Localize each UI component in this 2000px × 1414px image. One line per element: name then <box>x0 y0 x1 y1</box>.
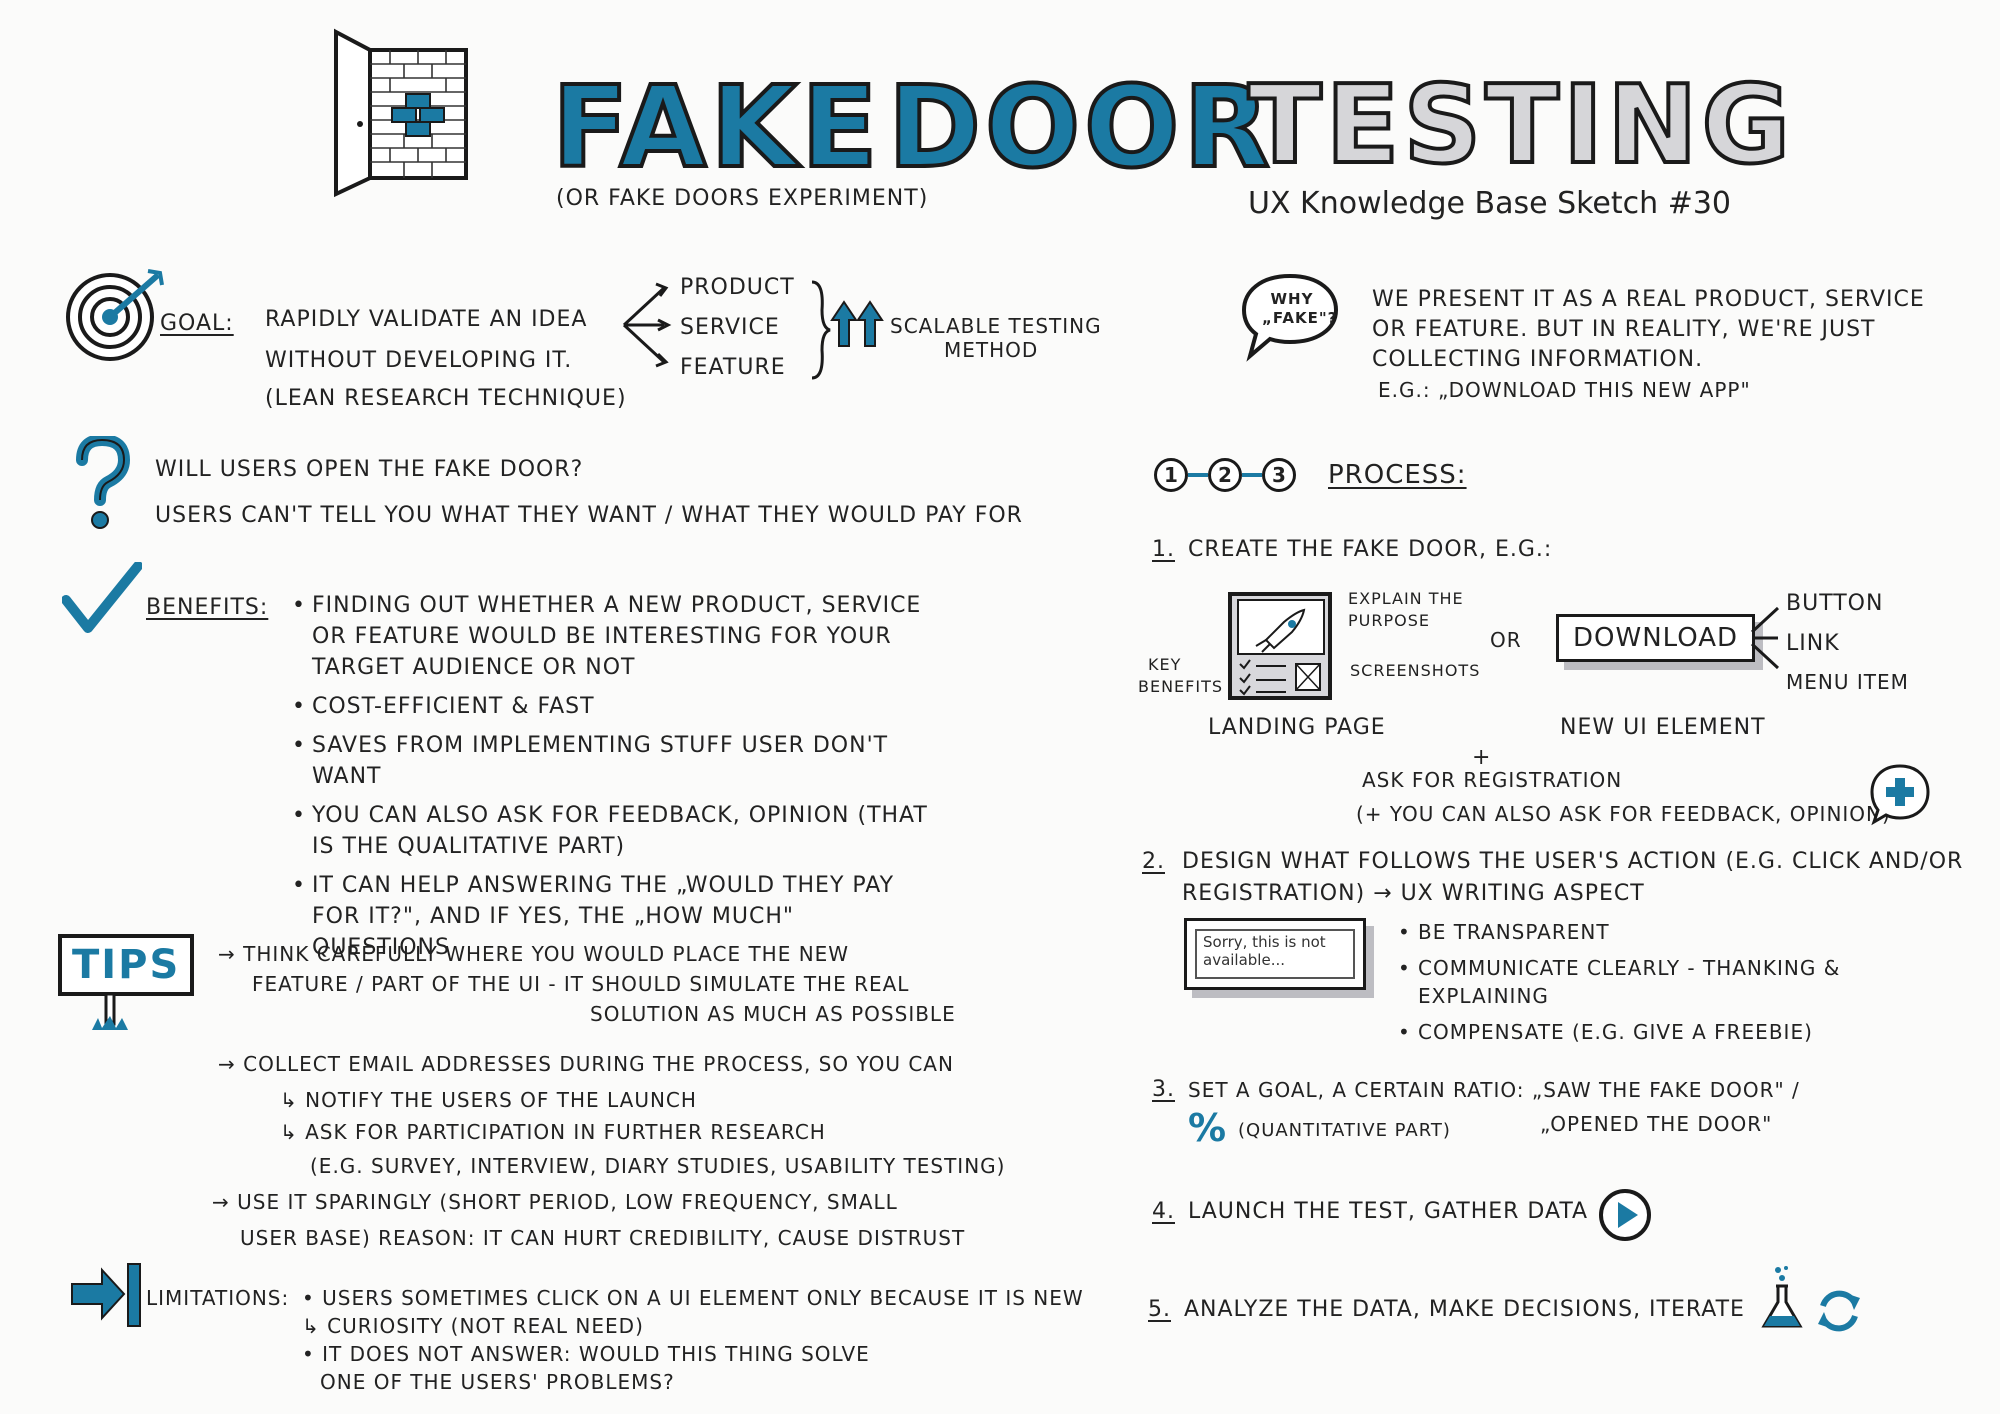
or-label: OR <box>1490 628 1522 652</box>
why-fake-line4: E.G.: „DOWNLOAD THIS NEW APP" <box>1378 378 1751 402</box>
plus-bubble-icon <box>1868 762 1932 830</box>
step-circle: 2 <box>1208 458 1242 492</box>
why-fake-line1: WE PRESENT IT AS A REAL PRODUCT, SERVICE <box>1372 287 1925 312</box>
registration-note: (+ YOU CAN ALSO ASK FOR FEEDBACK, OPINIO… <box>1356 802 1891 826</box>
process-steps-icon: 1 2 3 <box>1154 458 1296 492</box>
target-icon <box>62 265 172 369</box>
door-illustration <box>330 28 475 198</box>
benefit-item: SAVES FROM IMPLEMENTING STUFF USER DON'T… <box>290 730 930 792</box>
step2-item: BE TRANSPARENT <box>1396 918 1876 946</box>
step2-num: 2. <box>1142 849 1165 874</box>
step4-text: LAUNCH THE TEST, GATHER DATA <box>1188 1199 1589 1224</box>
flask-icon <box>1758 1264 1808 1338</box>
benefits-label: BENEFITS: <box>146 595 269 620</box>
question-mark-icon <box>72 433 132 536</box>
benefits-list: FINDING OUT WHETHER A NEW PRODUCT, SERVI… <box>290 590 930 971</box>
goal-option-service: SERVICE <box>680 315 780 340</box>
error-message-sketch: Sorry, this is not available... <box>1184 918 1366 990</box>
step1-num: 1. <box>1152 537 1175 562</box>
tip1-line1: → THINK CAREFULLY WHERE YOU WOULD PLACE … <box>218 942 850 966</box>
landing-caption: LANDING PAGE <box>1208 715 1386 740</box>
goal-line1: RAPIDLY VALIDATE AN IDEA <box>265 307 588 332</box>
tip1-line2: FEATURE / PART OF THE UI - IT SHOULD SIM… <box>252 972 910 996</box>
step1-text: CREATE THE FAKE DOOR, E.G.: <box>1188 537 1553 562</box>
step2-list: BE TRANSPARENT COMMUNICATE CLEARLY - THA… <box>1396 918 1876 1054</box>
refresh-icon <box>1814 1286 1864 1340</box>
tips-sign: TIPS <box>58 934 195 996</box>
ui-option-menu-item: MENU ITEM <box>1786 670 1909 694</box>
goal-line3: (LEAN RESEARCH TECHNIQUE) <box>265 386 627 411</box>
error-message-text: Sorry, this is not available... <box>1195 929 1355 979</box>
step3-num: 3. <box>1152 1077 1175 1102</box>
sign-post-icon <box>86 992 136 1038</box>
tip2-sub2: ↳ ASK FOR PARTICIPATION IN FURTHER RESEA… <box>280 1120 826 1144</box>
method-label: METHOD <box>944 338 1039 362</box>
landing-screenshots: SCREENSHOTS <box>1350 661 1481 680</box>
step4-num: 4. <box>1152 1199 1175 1224</box>
landing-key: KEY <box>1148 655 1182 674</box>
goal-line2: WITHOUT DEVELOPING IT. <box>265 348 573 373</box>
percent-icon: % <box>1188 1106 1228 1150</box>
title-fake: FAKE <box>550 63 882 193</box>
tip3-line1: → USE IT SPARINGLY (SHORT PERIOD, LOW FR… <box>212 1190 898 1214</box>
limitation-item1: • USERS SOMETIMES CLICK ON A UI ELEMENT … <box>302 1286 1084 1310</box>
goal-option-product: PRODUCT <box>680 275 795 300</box>
title-testing: TESTING <box>1246 63 1795 188</box>
landing-page-sketch <box>1226 590 1336 706</box>
step2-item: COMMUNICATE CLEARLY - THANKING & EXPLAIN… <box>1396 954 1876 1010</box>
why-fake-line2: OR FEATURE. BUT IN REALITY, WE'RE JUST <box>1372 317 1876 342</box>
benefit-item: FINDING OUT WHETHER A NEW PRODUCT, SERVI… <box>290 590 930 683</box>
landing-explain: EXPLAIN THE PURPOSE <box>1348 589 1464 630</box>
limitations-label: LIMITATIONS: <box>146 1286 290 1310</box>
why-fake-bubble-text: WHY „FAKE"? <box>1262 290 1338 327</box>
tip2-line1: → COLLECT EMAIL ADDRESSES DURING THE PRO… <box>218 1052 954 1076</box>
ui-option-link: LINK <box>1786 631 1840 656</box>
up-arrows-icon <box>830 300 886 354</box>
landing-benefits: BENEFITS <box>1138 677 1224 696</box>
subtitle: (OR FAKE DOORS EXPERIMENT) <box>556 186 929 211</box>
tip2-sub1: ↳ NOTIFY THE USERS OF THE LAUNCH <box>280 1088 697 1112</box>
tip3-line2: USER BASE) REASON: IT CAN HURT CREDIBILI… <box>240 1226 966 1250</box>
step3-quant: (QUANTITATIVE PART) <box>1238 1120 1451 1141</box>
step-circle: 1 <box>1154 458 1188 492</box>
bracket-icon <box>808 280 832 384</box>
play-icon <box>1596 1186 1654 1248</box>
goal-option-feature: FEATURE <box>680 355 786 380</box>
step-circle: 3 <box>1262 458 1296 492</box>
ui-option-button: BUTTON <box>1786 591 1884 616</box>
question-line1: WILL USERS OPEN THE FAKE DOOR? <box>155 457 584 482</box>
goal-branch-arrows <box>620 280 680 374</box>
registration-label: ASK FOR REGISTRATION <box>1362 768 1623 792</box>
step3-line2: „OPENED THE DOOR" <box>1540 1112 1773 1136</box>
tip2-sub3: (E.G. SURVEY, INTERVIEW, DIARY STUDIES, … <box>310 1154 1006 1178</box>
step5-text: ANALYZE THE DATA, MAKE DECISIONS, ITERAT… <box>1184 1297 1745 1322</box>
process-label: PROCESS: <box>1328 460 1467 490</box>
download-button-sketch: DOWNLOAD <box>1556 614 1756 662</box>
step5-num: 5. <box>1148 1297 1171 1322</box>
goal-label: GOAL: <box>160 311 234 336</box>
arrow-right-icon <box>68 1260 144 1334</box>
limitation-item2-line1: • IT DOES NOT ANSWER: WOULD THIS THING S… <box>302 1342 870 1366</box>
title-door: DOOR <box>886 63 1274 193</box>
step3-line1: SET A GOAL, A CERTAIN RATIO: „SAW THE FA… <box>1188 1078 1800 1102</box>
why-fake-line3: COLLECTING INFORMATION. <box>1372 347 1704 372</box>
ui-caption: NEW UI ELEMENT <box>1560 715 1766 740</box>
benefit-item: COST-EFFICIENT & FAST <box>290 691 930 722</box>
step2-item: COMPENSATE (E.G. GIVE A FREEBIE) <box>1396 1018 1876 1046</box>
step2-line1: DESIGN WHAT FOLLOWS THE USER'S ACTION (E… <box>1182 849 1964 874</box>
benefit-item: YOU CAN ALSO ASK FOR FEEDBACK, OPINION (… <box>290 800 930 862</box>
step2-line2: REGISTRATION) → UX WRITING ASPECT <box>1182 881 1645 906</box>
checkmark-icon <box>61 561 143 642</box>
ui-options-lines <box>1748 598 1782 682</box>
limitation-item1-sub: ↳ CURIOSITY (NOT REAL NEED) <box>302 1314 644 1338</box>
series-label: UX Knowledge Base Sketch #30 <box>1248 186 1732 221</box>
tip1-line3: SOLUTION AS MUCH AS POSSIBLE <box>590 1002 956 1026</box>
limitation-item2-line2: ONE OF THE USERS' PROBLEMS? <box>320 1370 675 1394</box>
question-line2: USERS CAN'T TELL YOU WHAT THEY WANT / WH… <box>155 503 1023 528</box>
